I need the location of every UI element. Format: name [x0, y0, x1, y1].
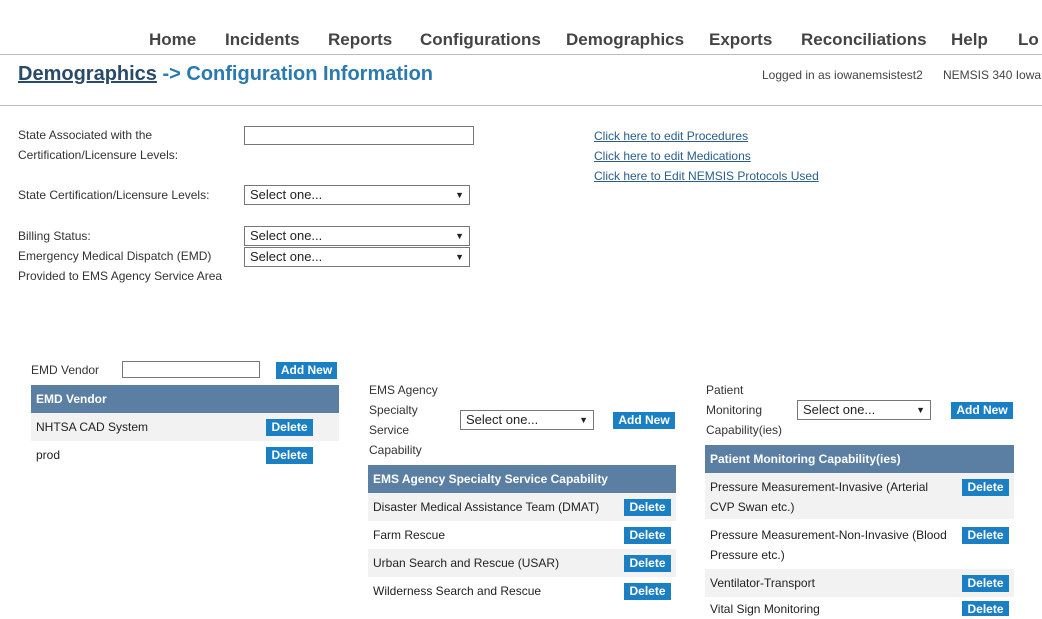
monitoring-selected: Select one...: [803, 402, 876, 417]
state-assoc-label: State Associated with the Certification/…: [18, 125, 178, 165]
row-label: Wilderness Search and Rescue: [373, 584, 542, 598]
chevron-down-icon: ▼: [579, 415, 588, 425]
delete-button[interactable]: Delete: [624, 499, 671, 516]
nav-incidents[interactable]: Incidents: [225, 30, 300, 50]
top-nav: Home Incidents Reports Configurations De…: [0, 30, 1042, 52]
state-assoc-label-line2: Certification/Licensure Levels:: [18, 148, 179, 162]
nav-home[interactable]: Home: [149, 30, 196, 50]
edit-protocols-link[interactable]: Click here to Edit NEMSIS Protocols Used: [594, 169, 819, 183]
chevron-down-icon: ▼: [455, 252, 464, 262]
specialty-label-line: Specialty: [369, 403, 418, 417]
specialty-selected: Select one...: [466, 412, 539, 427]
table-row: prod Delete: [31, 441, 339, 469]
delete-button[interactable]: Delete: [962, 575, 1009, 592]
row-label-line: Pressure etc.): [710, 548, 785, 562]
monitoring-table-header: Patient Monitoring Capability(ies): [705, 445, 1014, 473]
row-label: Vital Sign Monitoring: [710, 602, 820, 616]
table-row: Pressure Measurement-Invasive (Arterial …: [705, 473, 1014, 519]
cert-levels-selected: Select one...: [250, 187, 323, 202]
table-row: Wilderness Search and Rescue Delete: [368, 577, 676, 605]
specialty-label: EMS Agency Specialty Service Capability: [369, 380, 438, 460]
specialty-label-line: EMS Agency: [369, 383, 438, 397]
breadcrumb-current: -> Configuration Information: [156, 63, 434, 85]
monitoring-select[interactable]: Select one... ▼: [797, 400, 931, 420]
monitoring-label: Patient Monitoring Capability(ies): [706, 380, 782, 440]
emd-label-line1: Emergency Medical Dispatch (EMD): [18, 249, 212, 263]
nav-exports[interactable]: Exports: [709, 30, 772, 50]
monitoring-label-line: Capability(ies): [706, 423, 783, 437]
nav-demographics[interactable]: Demographics: [566, 30, 684, 50]
row-label: Farm Rescue: [373, 528, 446, 542]
billing-label: Billing Status:: [18, 229, 91, 243]
breadcrumb: Demographics -> Configuration Informatio…: [18, 63, 433, 86]
monitoring-label-line: Patient: [706, 383, 744, 397]
table-row: Ventilator-Transport Delete: [705, 569, 1014, 597]
chevron-down-icon: ▼: [455, 231, 464, 241]
table-row: Farm Rescue Delete: [368, 521, 676, 549]
specialty-table-header: EMS Agency Specialty Service Capability: [368, 465, 676, 493]
table-row: NHTSA CAD System Delete: [31, 413, 339, 441]
row-label-line: CVP Swan etc.): [710, 500, 795, 514]
emd-selected: Select one...: [250, 249, 323, 264]
specialty-label-line: Capability: [369, 443, 422, 457]
delete-button[interactable]: Delete: [624, 527, 671, 544]
specialty-select[interactable]: Select one... ▼: [460, 410, 594, 430]
nav-help[interactable]: Help: [951, 30, 988, 50]
chevron-down-icon: ▼: [455, 190, 464, 200]
nav-reconciliations[interactable]: Reconciliations: [801, 30, 927, 50]
state-assoc-input[interactable]: [244, 126, 474, 145]
delete-button[interactable]: Delete: [962, 527, 1009, 544]
delete-button[interactable]: Delete: [266, 447, 313, 464]
specialty-label-line: Service: [369, 423, 410, 437]
cert-levels-label: State Certification/Licensure Levels:: [18, 188, 210, 202]
row-label: NHTSA CAD System: [36, 420, 149, 434]
nav-configurations[interactable]: Configurations: [420, 30, 541, 50]
delete-button[interactable]: Delete: [624, 555, 671, 572]
nav-divider: [0, 54, 1042, 55]
row-label-line: Pressure Measurement-Invasive (Arterial: [710, 480, 929, 494]
emd-label-line2: Provided to EMS Agency Service Area: [18, 269, 223, 283]
table-row: Disaster Medical Assistance Team (DMAT) …: [368, 493, 676, 521]
emd-select[interactable]: Select one... ▼: [244, 247, 470, 267]
emd-vendor-add-button[interactable]: Add New: [276, 362, 337, 379]
edit-medications-link[interactable]: Click here to edit Medications: [594, 149, 751, 163]
nav-logout[interactable]: Lo: [1018, 30, 1039, 50]
chevron-down-icon: ▼: [916, 405, 925, 415]
row-label: Urban Search and Rescue (USAR): [373, 556, 560, 570]
specialty-add-button[interactable]: Add New: [613, 412, 675, 429]
delete-button[interactable]: Delete: [266, 419, 313, 436]
delete-button[interactable]: Delete: [624, 583, 671, 600]
row-label-line: Pressure Measurement-Non-Invasive (Blood: [710, 528, 947, 542]
nav-reports[interactable]: Reports: [328, 30, 392, 50]
header-divider: [0, 105, 1042, 106]
table-row: Vital Sign Monitoring Delete: [705, 597, 1014, 616]
monitoring-add-button[interactable]: Add New: [951, 402, 1013, 419]
table-row: Urban Search and Rescue (USAR) Delete: [368, 549, 676, 577]
row-label: Pressure Measurement-Non-Invasive (Blood…: [710, 525, 947, 565]
row-label: Ventilator-Transport: [710, 576, 815, 590]
billing-select[interactable]: Select one... ▼: [244, 226, 470, 246]
state-assoc-label-line1: State Associated with the: [18, 128, 153, 142]
table-row: Pressure Measurement-Non-Invasive (Blood…: [705, 521, 1014, 567]
monitoring-label-line: Monitoring: [706, 403, 763, 417]
row-label: Disaster Medical Assistance Team (DMAT): [373, 500, 600, 514]
edit-procedures-link[interactable]: Click here to edit Procedures: [594, 129, 748, 143]
emd-label: Emergency Medical Dispatch (EMD) Provide…: [18, 246, 222, 286]
emd-vendor-input[interactable]: [122, 361, 260, 378]
cert-levels-select[interactable]: Select one... ▼: [244, 185, 470, 205]
breadcrumb-demographics-link[interactable]: Demographics: [18, 63, 157, 85]
row-label: prod: [36, 448, 61, 462]
emd-vendor-table-header: EMD Vendor: [31, 385, 339, 413]
delete-button[interactable]: Delete: [962, 601, 1009, 616]
logged-in-text: Logged in as iowanemsistest2: [762, 68, 923, 82]
delete-button[interactable]: Delete: [962, 479, 1009, 496]
billing-selected: Select one...: [250, 228, 323, 243]
row-label: Pressure Measurement-Invasive (Arterial …: [710, 477, 928, 517]
emd-vendor-label: EMD Vendor: [31, 363, 100, 377]
version-text: NEMSIS 340 Iowa: [943, 68, 1042, 82]
